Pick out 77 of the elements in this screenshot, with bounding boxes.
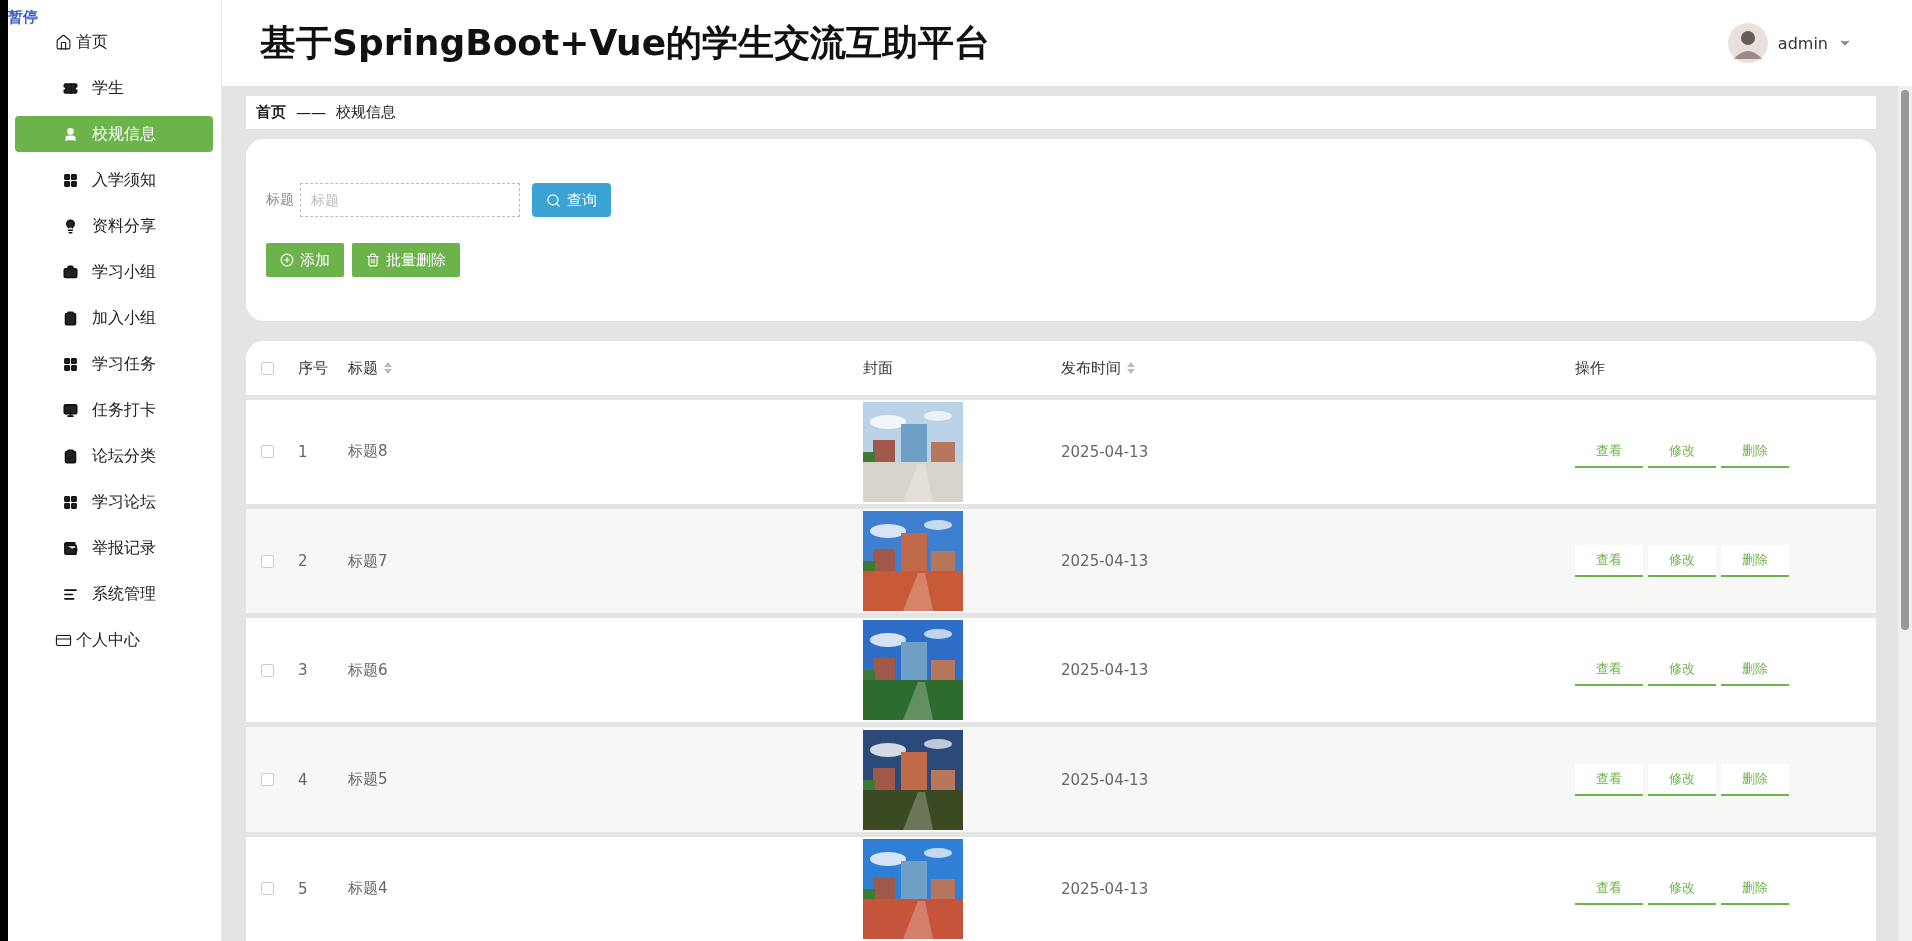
avatar bbox=[1727, 23, 1768, 63]
row-checkbox[interactable] bbox=[261, 773, 274, 787]
lightbulb-icon bbox=[63, 218, 78, 234]
sidebar-item[interactable]: 学习小组 bbox=[15, 254, 213, 290]
edit-button[interactable]: 修改 bbox=[1648, 545, 1716, 577]
sidebar-item[interactable]: 学生 bbox=[15, 70, 213, 106]
table-cell-text: 2025-04-13 bbox=[1061, 661, 1150, 680]
clipboard-check-icon bbox=[63, 448, 78, 464]
table-cell-text: 4 bbox=[298, 770, 309, 789]
breadcrumb-separator: —— bbox=[296, 103, 326, 122]
recorder-label: 暂停 bbox=[8, 8, 38, 27]
table-cell-text: 标题6 bbox=[348, 660, 389, 680]
sidebar-item[interactable]: 学习任务 bbox=[15, 346, 213, 382]
user-icon bbox=[63, 126, 78, 142]
add-button[interactable]: 添加 bbox=[266, 243, 344, 278]
row-checkbox[interactable] bbox=[261, 445, 274, 459]
breadcrumb-link[interactable]: 首页 bbox=[256, 103, 286, 123]
plus-icon bbox=[280, 253, 294, 268]
sidebar-item[interactable]: 系统管理 bbox=[15, 576, 213, 612]
select-all-checkbox[interactable] bbox=[261, 361, 274, 375]
scrollbar-thumb[interactable] bbox=[1901, 90, 1909, 630]
briefcase-icon bbox=[63, 264, 78, 280]
table-cell-text: 标题8 bbox=[348, 442, 389, 462]
ticket-icon bbox=[63, 80, 78, 96]
table-cell-text: 标题5 bbox=[348, 770, 389, 790]
column-header: 序号 bbox=[298, 358, 329, 378]
table-cell-text: 2025-04-13 bbox=[1061, 552, 1150, 570]
list-icon bbox=[63, 586, 78, 602]
batch-delete-button[interactable]: 批量删除 bbox=[352, 243, 460, 278]
sidebar-item[interactable]: 任务打卡 bbox=[15, 392, 213, 428]
table-cell-text: 5 bbox=[298, 879, 309, 898]
column-header: 封面 bbox=[863, 358, 894, 378]
sort-icon[interactable] bbox=[1127, 362, 1135, 375]
edit-button[interactable]: 修改 bbox=[1648, 763, 1716, 796]
grid-icon bbox=[63, 172, 78, 188]
sidebar-item[interactable]: 加入小组 bbox=[15, 300, 213, 336]
clipboard-icon bbox=[63, 310, 78, 326]
sort-icon[interactable] bbox=[384, 362, 392, 375]
user-name[interactable]: admin bbox=[1777, 33, 1828, 53]
search-button[interactable]: 查询 bbox=[532, 183, 611, 218]
grid-icon bbox=[63, 356, 78, 372]
view-button[interactable]: 查看 bbox=[1575, 763, 1643, 796]
table-cell-text: 3 bbox=[298, 661, 309, 680]
table-cell-text: 2025-04-13 bbox=[1061, 442, 1150, 461]
table-cell-text: 2025-04-13 bbox=[1061, 770, 1150, 789]
row-checkbox[interactable] bbox=[261, 882, 274, 896]
grid-icon bbox=[63, 494, 78, 510]
delete-button[interactable]: 删除 bbox=[1721, 545, 1789, 577]
table-cell-text: 标题7 bbox=[348, 551, 389, 571]
sidebar-item[interactable]: 学习论坛 bbox=[15, 484, 213, 520]
sidebar-item[interactable]: 校规信息 bbox=[15, 116, 213, 152]
column-header: 操作 bbox=[1575, 358, 1606, 378]
breadcrumb-current: 校规信息 bbox=[336, 103, 396, 123]
sidebar-item[interactable]: 举报记录 bbox=[15, 530, 213, 566]
sidebar-item[interactable]: 入学须知 bbox=[15, 162, 213, 198]
view-button[interactable]: 查看 bbox=[1575, 545, 1643, 577]
search-icon bbox=[546, 192, 561, 208]
title-input[interactable]: 标题 bbox=[300, 183, 520, 218]
wallet-icon bbox=[63, 540, 78, 556]
table-cell-text: 标题4 bbox=[348, 879, 389, 899]
sidebar-item[interactable]: 论坛分类 bbox=[15, 438, 213, 474]
sidebar-item[interactable]: 首页 bbox=[15, 24, 213, 60]
table-cell-text: 1 bbox=[298, 442, 309, 461]
column-header[interactable]: 发布时间 bbox=[1061, 358, 1575, 378]
page-title: 基于SpringBoot+Vue的学生交流互助平台 bbox=[260, 20, 991, 65]
row-checkbox[interactable] bbox=[261, 663, 274, 677]
table-cell-text: 2 bbox=[298, 552, 309, 570]
column-header[interactable]: 标题 bbox=[348, 358, 863, 378]
delete-button[interactable]: 删除 bbox=[1721, 763, 1789, 796]
home-icon bbox=[55, 33, 72, 51]
monitor-icon bbox=[63, 402, 78, 418]
row-checkbox[interactable] bbox=[261, 554, 274, 568]
sidebar-item[interactable]: 个人中心 bbox=[15, 622, 213, 658]
table-cell-text: 2025-04-13 bbox=[1061, 879, 1150, 898]
trash-icon bbox=[366, 253, 380, 268]
sidebar-item[interactable]: 资料分享 bbox=[15, 208, 213, 244]
field-label: 标题 bbox=[266, 191, 294, 210]
